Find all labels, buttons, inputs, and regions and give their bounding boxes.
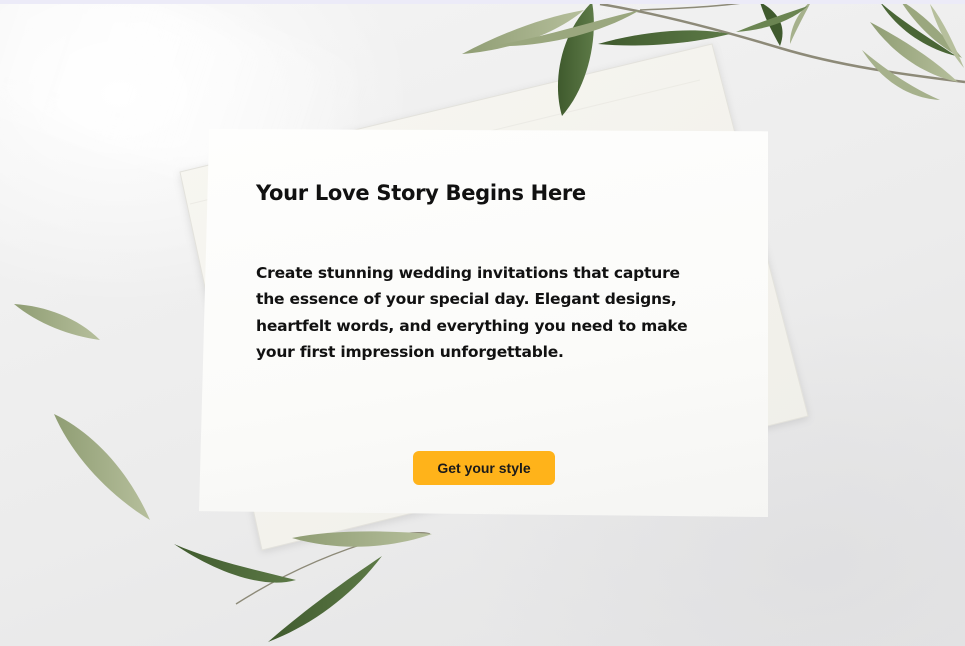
hero-background: Your Love Story Begins Here Create stunn… bbox=[0, 4, 965, 646]
get-your-style-button[interactable]: Get your style bbox=[413, 451, 555, 485]
invitation-card: Your Love Story Begins Here Create stunn… bbox=[199, 129, 768, 517]
card-title: Your Love Story Begins Here bbox=[256, 181, 586, 205]
card-description: Create stunning wedding invitations that… bbox=[256, 264, 688, 361]
